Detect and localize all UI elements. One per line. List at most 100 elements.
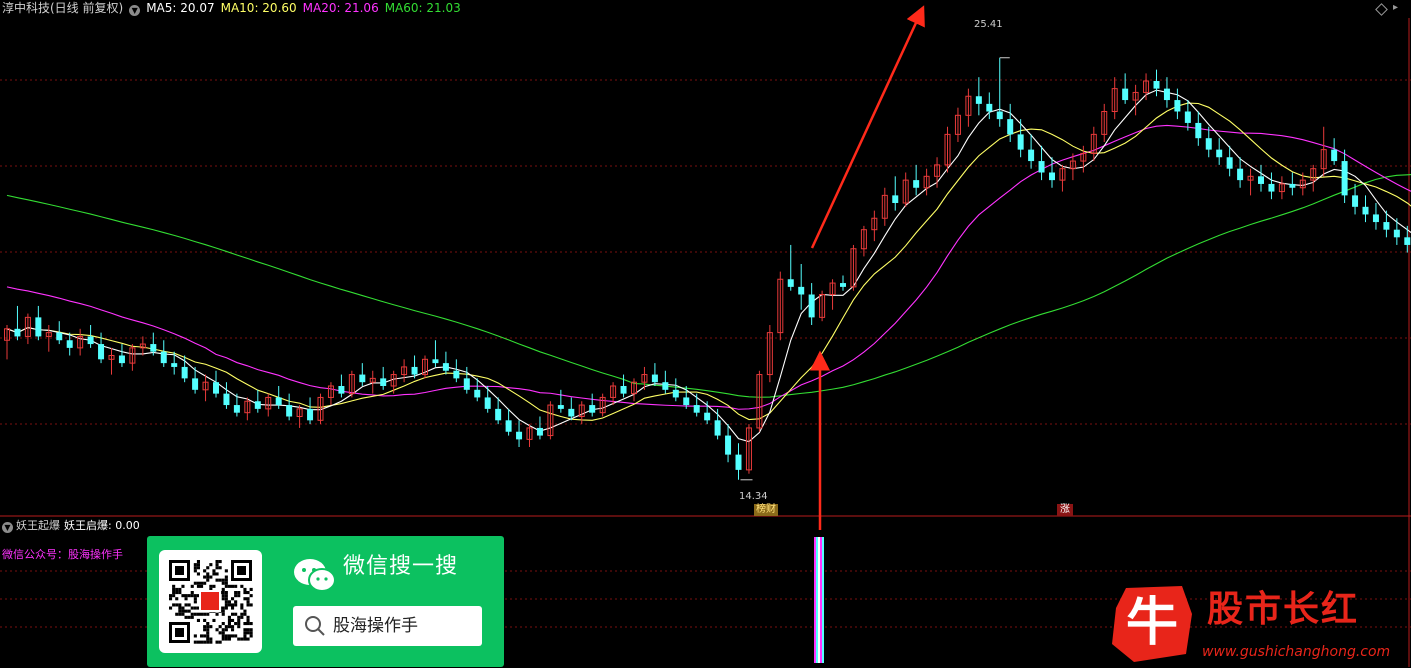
qr-module — [240, 603, 243, 606]
chevron-down-icon[interactable]: ▼ — [2, 522, 13, 533]
qr-module — [231, 603, 234, 606]
candle-body-down — [1185, 112, 1191, 123]
qr-module — [188, 594, 191, 597]
candle-body-down — [464, 378, 470, 389]
qr-module — [178, 603, 181, 606]
qr-module — [234, 600, 237, 603]
candle-body-down — [725, 436, 731, 455]
candle-body-down — [976, 96, 982, 104]
qr-module — [191, 591, 194, 594]
wechat-search-title: 微信搜一搜 — [343, 552, 458, 582]
candle-body-down — [788, 279, 794, 287]
candle-body-down — [98, 344, 104, 359]
candle-body-down — [516, 432, 522, 440]
qr-module — [200, 613, 203, 616]
ma10-line — [7, 103, 1411, 420]
qr-module — [172, 585, 175, 588]
qr-module — [225, 634, 228, 637]
candle-body-down — [736, 455, 742, 470]
qr-center-logo — [201, 592, 219, 610]
qr-module — [194, 582, 197, 585]
qr-module — [247, 631, 250, 634]
qr-module — [209, 625, 212, 628]
qr-module — [247, 638, 250, 641]
qr-module — [219, 560, 222, 563]
wechat-search-box[interactable]: 股海操作手 — [293, 606, 482, 646]
wechat-search-banner[interactable]: 微信搜一搜 股海操作手 — [147, 536, 504, 667]
qr-module — [237, 619, 240, 622]
qr-finder — [175, 566, 184, 575]
qr-module — [228, 638, 231, 641]
candle-body-down — [14, 329, 20, 337]
qr-module — [191, 607, 194, 610]
qr-module — [185, 616, 188, 619]
candle-body-down — [119, 356, 125, 364]
candle-body-down — [694, 405, 700, 413]
candle-body-down — [621, 386, 627, 394]
qr-finder — [237, 566, 246, 575]
qr-module — [231, 634, 234, 637]
candle-body-down — [432, 359, 438, 363]
trend-arrow — [812, 12, 921, 248]
qr-module — [231, 613, 234, 616]
qr-module — [178, 591, 181, 594]
qr-module — [209, 576, 212, 579]
candle-body-down — [1028, 150, 1034, 161]
indicator-signal-bar — [818, 537, 820, 663]
qr-module — [222, 610, 225, 613]
qr-module — [206, 579, 209, 582]
qr-module — [228, 625, 231, 628]
qr-module — [240, 613, 243, 616]
candle-body-down — [380, 378, 386, 386]
qr-module — [219, 631, 222, 634]
candle-body-down — [892, 195, 898, 203]
candle-body-down — [715, 420, 721, 435]
qr-module — [250, 631, 253, 634]
stock-chart-window: 淳中科技(日线 前复权)▼MA5: 20.07MA10: 20.60MA20: … — [0, 0, 1411, 667]
qr-module — [222, 607, 225, 610]
candle-body-down — [150, 344, 156, 352]
indicator-name[interactable]: 妖王起爆 — [16, 519, 60, 532]
qr-module — [194, 594, 197, 597]
qr-module — [191, 594, 194, 597]
qr-module — [216, 560, 219, 563]
candle-body-down — [485, 397, 491, 408]
ma10-path — [7, 103, 1411, 420]
high-price-label: 25.41 — [974, 19, 1003, 31]
qr-module — [200, 582, 203, 585]
candle-body-down — [1289, 184, 1295, 188]
qr-module — [188, 603, 191, 606]
qr-module — [225, 579, 228, 582]
candlesticks — [5, 58, 1411, 480]
qr-module — [169, 597, 172, 600]
candle-body-down — [997, 112, 1003, 120]
qr-module — [243, 622, 246, 625]
qr-module — [206, 641, 209, 644]
qr-module — [225, 600, 228, 603]
event-badge-right[interactable]: 涨 — [1057, 504, 1073, 516]
qr-module — [188, 616, 191, 619]
qr-module — [225, 628, 228, 631]
qr-module — [231, 625, 234, 628]
qr-module — [212, 572, 215, 575]
qr-module — [234, 634, 237, 637]
qr-module — [225, 638, 228, 641]
qr-module — [191, 613, 194, 616]
qr-module — [212, 585, 215, 588]
qr-module — [197, 641, 200, 644]
candle-body-down — [1258, 176, 1264, 184]
qr-module — [203, 625, 206, 628]
qr-module — [237, 638, 240, 641]
qr-module — [228, 619, 231, 622]
candle-body-down — [213, 382, 219, 393]
qr-module — [197, 582, 200, 585]
brand-url[interactable]: www.gushichanghong.com — [1202, 643, 1390, 661]
qr-module — [203, 576, 206, 579]
qr-module — [194, 597, 197, 600]
brand-logo: 牛 — [1108, 584, 1194, 664]
event-badge-left[interactable]: 榜财 — [754, 504, 778, 516]
candle-body-down — [1383, 222, 1389, 230]
candle-body-down — [255, 401, 261, 409]
qr-module — [250, 634, 253, 637]
qr-module — [200, 634, 203, 637]
